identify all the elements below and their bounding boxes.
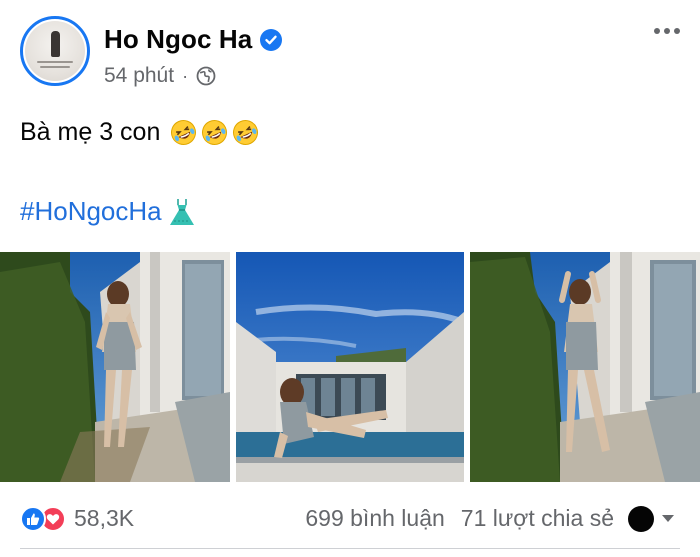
rolling-laughing-emoji-icon (201, 119, 228, 146)
meta-separator: · (182, 65, 189, 86)
photo-3[interactable] (470, 252, 700, 482)
facebook-post: Ho Ngoc Ha 54 phút · Bà mẹ 3 con #HoNgoc… (0, 0, 700, 557)
divider (20, 548, 680, 549)
dress-emoji-icon (168, 197, 196, 227)
post-stats: 699 bình luận 71 lượt chia sẻ (305, 505, 674, 532)
author-name[interactable]: Ho Ngoc Ha (104, 24, 252, 55)
chevron-down-icon (662, 515, 674, 522)
author-name-row: Ho Ngoc Ha (104, 24, 283, 55)
avatar-image (25, 21, 85, 81)
reactions-summary[interactable]: 58,3K (20, 505, 134, 532)
reaction-count: 58,3K (74, 505, 135, 531)
like-icon (20, 505, 46, 532)
post-meta: 54 phút · (104, 64, 216, 88)
post-text-row: Bà mẹ 3 con (20, 118, 259, 147)
post-time[interactable]: 54 phút (104, 64, 174, 88)
globe-icon[interactable] (196, 66, 216, 86)
shares-count-link[interactable]: 71 lượt chia sẻ (461, 505, 614, 532)
photo-1[interactable] (0, 252, 230, 482)
photo-grid (0, 252, 700, 482)
comments-count-link[interactable]: 699 bình luận (305, 505, 444, 532)
more-options-icon[interactable] (654, 28, 680, 34)
rolling-laughing-emoji-icon (232, 119, 259, 146)
avatar[interactable] (20, 16, 90, 86)
post-text: Bà mẹ 3 con (20, 118, 161, 146)
photo-2[interactable] (236, 252, 464, 482)
profile-avatar-icon (628, 505, 654, 532)
hashtag-link[interactable]: #HoNgocHa (20, 196, 162, 227)
hashtag-row: #HoNgocHa (20, 196, 196, 227)
verified-badge-icon (260, 28, 283, 51)
rolling-laughing-emoji-icon (170, 119, 197, 146)
reaction-profile-selector[interactable] (628, 505, 674, 532)
